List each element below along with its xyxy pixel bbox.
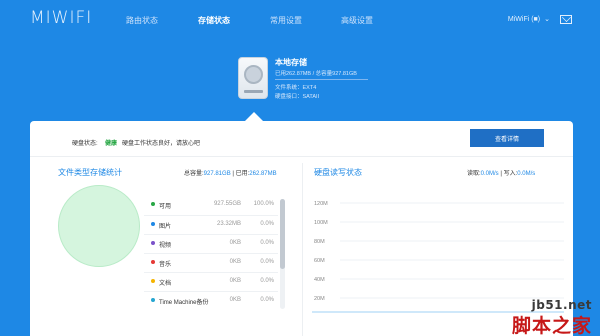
type-name: 可用 (159, 204, 172, 210)
disk-divider (275, 79, 368, 80)
io-tick-label: 20M (314, 296, 325, 302)
status-label: 硬盘状态: (72, 141, 98, 147)
storage-pie-chart (58, 185, 140, 267)
list-item: Time Machine备份 0KB 0.0% (144, 291, 278, 310)
type-percent: 0.0% (260, 240, 274, 246)
user-menu[interactable]: MiWiFi (■) ⌄ (508, 15, 550, 23)
type-name: 图片 (159, 224, 172, 230)
disk-title: 本地存储 (275, 58, 307, 67)
top-bar: MIWIFI 路由状态 存储状态 常用设置 高级设置 MiWiFi (■) ⌄ (0, 0, 600, 42)
nav-item-router-status[interactable]: 路由状态 (126, 15, 158, 26)
type-size: 0KB (229, 297, 241, 303)
total-value: 927.81GB (203, 171, 231, 177)
write-value: 0.0M/s (517, 171, 536, 177)
type-size: 23.32MB (216, 221, 241, 227)
read-label: 读取: (467, 171, 481, 177)
disk-io-speed: 读取:0.0M/s | 写入:0.0M/s (467, 168, 535, 177)
user-name: MiWiFi (■) (507, 16, 541, 23)
panel-pointer (245, 112, 263, 121)
type-name: 文档 (159, 281, 172, 287)
type-percent: 0.0% (260, 259, 274, 265)
legend-dot (151, 260, 155, 264)
nav-item-storage-status[interactable]: 存储状态 (198, 15, 230, 26)
disk-interface: 硬盘接口：SATAII (275, 94, 320, 100)
used-value: 262.87MB (249, 171, 277, 177)
type-name: Time Machine备份 (159, 300, 209, 306)
type-percent: 100.0% (253, 201, 274, 207)
storage-stats-title: 文件类型存储统计 (58, 168, 122, 177)
disk-platter (244, 65, 263, 84)
chevron-down-icon: ⌄ (544, 16, 550, 23)
list-item: 图片 23.32MB 0.0% (144, 215, 278, 234)
type-percent: 0.0% (260, 297, 274, 303)
mail-icon[interactable] (560, 15, 572, 24)
hard-drive-icon (238, 57, 268, 99)
list-item: 音乐 0KB 0.0% (144, 253, 278, 272)
row-divider (30, 156, 573, 157)
type-name: 视频 (159, 243, 172, 249)
type-size: 0KB (229, 259, 241, 265)
list-item: 视频 0KB 0.0% (144, 234, 278, 253)
column-divider (302, 163, 303, 336)
list-scrollbar[interactable] (280, 199, 285, 309)
disk-status-row: 硬盘状态: 健康 硬盘工作状态良好，请放心吧 查看详情 (30, 127, 573, 155)
legend-dot (151, 241, 155, 245)
legend-dot (151, 202, 155, 206)
type-name: 音乐 (159, 262, 172, 268)
storage-totals: 总容量:927.81GB | 已用:262.87MB (184, 168, 277, 177)
io-tick-label: 80M (314, 239, 325, 245)
view-details-button[interactable]: 查看详情 (470, 129, 544, 147)
disk-io-chart: 120M 100M 80M 60M 40M 20M (312, 201, 564, 313)
type-percent: 0.0% (260, 221, 274, 227)
status-value: 健康 (105, 141, 118, 147)
disk-slot (244, 90, 263, 93)
legend-dot (151, 222, 155, 226)
type-percent: 0.0% (260, 278, 274, 284)
storage-panel: 硬盘状态: 健康 硬盘工作状态良好，请放心吧 查看详情 文件类型存储统计 总容量… (30, 121, 573, 336)
legend-dot (151, 279, 155, 283)
io-tick-label: 60M (314, 258, 325, 264)
type-size: 927.55GB (213, 201, 241, 207)
disk-filesystem: 文件系统：EXT4 (275, 85, 317, 91)
type-size: 0KB (229, 240, 241, 246)
read-value: 0.0M/s (480, 171, 499, 177)
io-tick-label: 40M (314, 277, 325, 283)
legend-dot (151, 298, 155, 302)
scrollbar-thumb[interactable] (280, 199, 285, 269)
watermark-site: jb51.net (531, 298, 592, 312)
total-label: 总容量: (184, 171, 204, 177)
disk-io-title: 硬盘读写状态 (314, 168, 362, 177)
io-tick-label: 120M (314, 201, 328, 207)
type-size: 0KB (229, 278, 241, 284)
list-item: 可用 927.55GB 100.0% (144, 196, 278, 215)
used-label: | 已用: (232, 171, 250, 177)
file-type-list: 可用 927.55GB 100.0% 图片 23.32MB 0.0% 视频 0K… (144, 196, 278, 310)
disk-usage: 已用262.87MB / 总容量927.81GB (275, 71, 357, 77)
watermark-brand: 脚本之家 (511, 316, 592, 336)
status-description: 硬盘工作状态良好，请放心吧 (122, 141, 201, 147)
nav-item-common-settings[interactable]: 常用设置 (270, 15, 302, 26)
nav-item-advanced-settings[interactable]: 高级设置 (341, 15, 373, 26)
io-tick-label: 100M (314, 220, 328, 226)
list-item: 文档 0KB 0.0% (144, 272, 278, 291)
logo: MIWIFI (30, 8, 93, 28)
write-label: | 写入: (500, 171, 518, 177)
